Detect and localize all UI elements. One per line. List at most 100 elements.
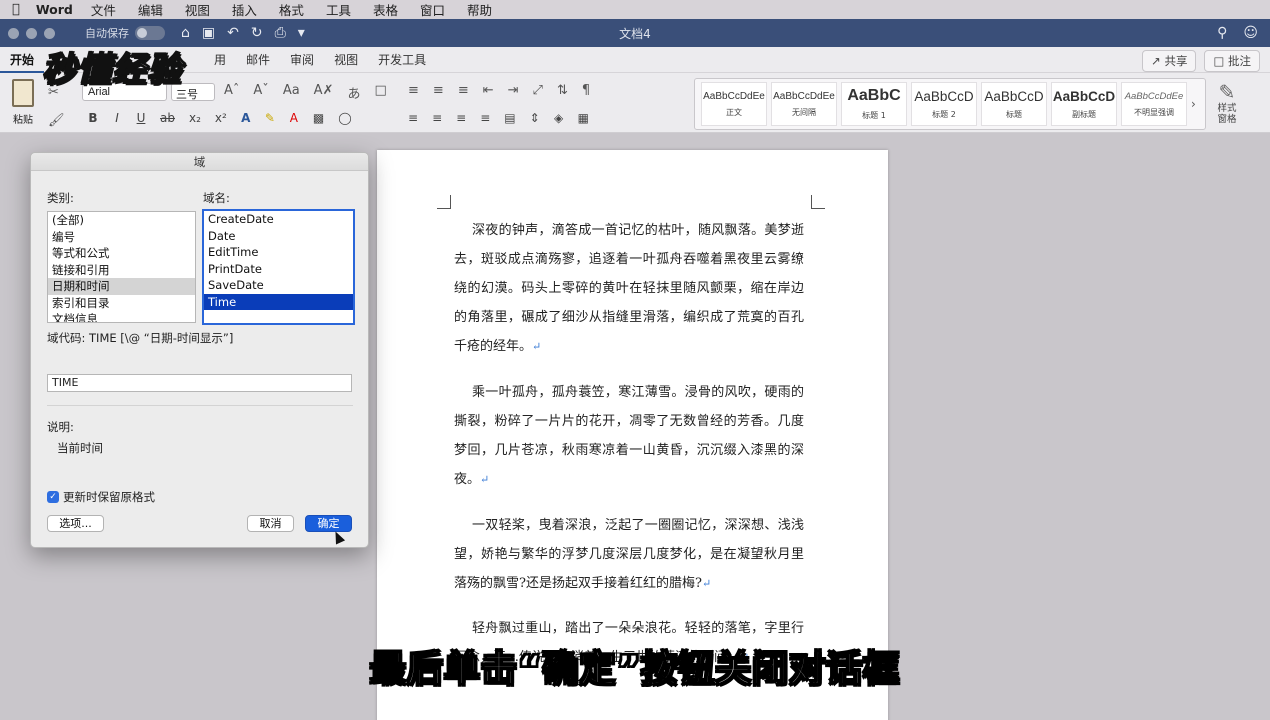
customize-toolbar-icon[interactable]: ▾ bbox=[298, 25, 305, 41]
tab-layout-partial[interactable]: 用 bbox=[204, 47, 236, 73]
style-heading-2[interactable]: AaBbCcD 标题 2 bbox=[911, 82, 977, 126]
field-code-input[interactable]: TIME bbox=[47, 374, 352, 392]
styles-pane-button[interactable]: ✎ 样式 窗格 bbox=[1212, 81, 1242, 125]
close-window-icon[interactable] bbox=[8, 27, 19, 39]
print-icon[interactable]: ⎙ bbox=[275, 25, 286, 41]
align-left-icon[interactable]: ≡ bbox=[408, 111, 418, 125]
strikethrough-icon[interactable]: ab bbox=[160, 111, 175, 125]
show-marks-icon[interactable]: ¶ bbox=[582, 83, 590, 98]
paragraph-2[interactable]: 乘一叶孤舟，孤舟蓑笠，寒江薄雪。浸骨的风吹，硬雨的撕裂，粉碎了一片片的花开，凋零… bbox=[454, 378, 804, 494]
category-item[interactable]: 链接和引用 bbox=[48, 262, 195, 279]
text-direction-icon[interactable]: ⤢ bbox=[533, 83, 543, 98]
highlight-icon[interactable]: ✎ bbox=[265, 111, 275, 125]
grow-font-icon[interactable]: Aˆ bbox=[224, 83, 239, 102]
autosave-toggle[interactable] bbox=[135, 26, 165, 40]
tab-mailings[interactable]: 邮件 bbox=[236, 47, 280, 73]
style-subtle-emphasis[interactable]: AaBbCcDdEe 不明显强调 bbox=[1121, 82, 1187, 126]
category-item-selected[interactable]: 日期和时间 bbox=[48, 278, 195, 295]
search-icon[interactable]: ⚲ bbox=[1217, 25, 1227, 41]
style-normal[interactable]: AaBbCcDdEe 正文 bbox=[701, 82, 767, 126]
options-button[interactable]: 选项... bbox=[47, 515, 104, 532]
format-painter-icon[interactable]: 🖌 bbox=[48, 113, 65, 128]
field-name-item[interactable]: Date bbox=[204, 228, 353, 245]
category-item[interactable]: 编号 bbox=[48, 229, 195, 246]
decrease-indent-icon[interactable]: ⇤ bbox=[483, 83, 494, 98]
field-name-item-selected[interactable]: Time bbox=[204, 293, 353, 310]
smiley-feedback-icon[interactable]: ☺ bbox=[1243, 25, 1258, 41]
field-name-item[interactable]: SaveDate bbox=[204, 277, 353, 294]
tab-view[interactable]: 视图 bbox=[324, 47, 368, 73]
phonetic-guide-icon[interactable]: あ bbox=[347, 83, 360, 102]
bullets-icon[interactable]: ≡ bbox=[408, 83, 419, 98]
style-no-spacing[interactable]: AaBbCcDdEe 无间隔 bbox=[771, 82, 837, 126]
share-button[interactable]: ↗ 共享 bbox=[1142, 50, 1197, 72]
line-spacing-icon[interactable]: ⇕ bbox=[530, 111, 540, 125]
menu-tools[interactable]: 工具 bbox=[326, 0, 351, 19]
home-icon[interactable]: ⌂ bbox=[181, 25, 190, 41]
distributed-icon[interactable]: ▤ bbox=[504, 111, 515, 125]
menu-edit[interactable]: 编辑 bbox=[138, 0, 163, 19]
sort-icon[interactable]: ⇅ bbox=[557, 83, 568, 98]
styles-more-chevron-icon[interactable]: › bbox=[1191, 82, 1196, 126]
bold-icon[interactable]: B bbox=[88, 111, 98, 125]
borders-icon[interactable]: ▦ bbox=[578, 111, 589, 125]
menu-view[interactable]: 视图 bbox=[185, 0, 210, 19]
multilevel-list-icon[interactable]: ≡ bbox=[458, 83, 469, 98]
align-center-icon[interactable]: ≡ bbox=[432, 111, 442, 125]
dialog-title: 域 bbox=[31, 153, 368, 171]
minimize-window-icon[interactable] bbox=[26, 27, 37, 39]
app-menu[interactable]: Word bbox=[36, 2, 73, 17]
menu-format[interactable]: 格式 bbox=[279, 0, 304, 19]
enclose-char-icon[interactable]: ◯ bbox=[338, 111, 351, 125]
menu-file[interactable]: 文件 bbox=[91, 0, 116, 19]
menu-insert[interactable]: 插入 bbox=[232, 0, 257, 19]
category-item[interactable]: 文档信息 bbox=[48, 311, 195, 322]
style-title[interactable]: AaBbCcD 标题 bbox=[981, 82, 1047, 126]
menu-table[interactable]: 表格 bbox=[373, 0, 398, 19]
tab-home[interactable]: 开始 bbox=[0, 47, 45, 73]
justify-icon[interactable]: ≡ bbox=[480, 111, 490, 125]
field-name-item[interactable]: CreateDate bbox=[204, 211, 353, 228]
font-color-icon[interactable]: A bbox=[289, 111, 299, 125]
underline-icon[interactable]: U bbox=[136, 111, 146, 125]
italic-icon[interactable]: I bbox=[112, 111, 122, 125]
save-icon[interactable]: ▣ bbox=[202, 25, 215, 41]
category-item[interactable]: 等式和公式 bbox=[48, 245, 195, 262]
document-page[interactable]: 深夜的钟声，滴答成一首记忆的枯叶，随风飘落。美梦逝去，斑驳成点滴殇寥，追逐着一叶… bbox=[377, 150, 888, 720]
comments-button[interactable]: □ 批注 bbox=[1204, 50, 1260, 72]
numbering-icon[interactable]: ≡ bbox=[433, 83, 444, 98]
field-name-list[interactable]: CreateDate Date EditTime PrintDate SaveD… bbox=[202, 209, 355, 325]
tab-review[interactable]: 审阅 bbox=[280, 47, 324, 73]
category-item[interactable]: (全部) bbox=[48, 212, 195, 229]
menu-window[interactable]: 窗口 bbox=[420, 0, 445, 19]
change-case-icon[interactable]: Aa bbox=[283, 83, 300, 102]
category-list[interactable]: (全部) 编号 等式和公式 链接和引用 日期和时间 索引和目录 文档信息 bbox=[47, 211, 196, 323]
tab-developer[interactable]: 开发工具 bbox=[368, 47, 436, 73]
subscript-icon[interactable]: x₂ bbox=[189, 111, 201, 125]
preserve-format-checkbox[interactable]: ✓ 更新时保留原格式 bbox=[47, 489, 155, 505]
category-item[interactable]: 索引和目录 bbox=[48, 295, 195, 312]
text-effects-icon[interactable]: A bbox=[241, 111, 251, 125]
paragraph-shading-icon[interactable]: ◈ bbox=[554, 111, 564, 125]
ok-button[interactable]: 确定 bbox=[305, 515, 352, 532]
char-shading-icon[interactable]: ▩ bbox=[313, 111, 324, 125]
paragraph-1[interactable]: 深夜的钟声，滴答成一首记忆的枯叶，随风飘落。美梦逝去，斑驳成点滴殇寥，追逐着一叶… bbox=[454, 216, 804, 361]
paragraph-3[interactable]: 一双轻桨，曳着深浪，泛起了一圈圈记忆，深深想、浅浅望，娇艳与繁华的浮梦几度深层几… bbox=[454, 511, 804, 598]
undo-icon[interactable]: ↶ bbox=[227, 25, 239, 41]
style-subtitle[interactable]: AaBbCcD 副标题 bbox=[1051, 82, 1117, 126]
field-name-item[interactable]: PrintDate bbox=[204, 261, 353, 278]
redo-icon[interactable]: ↻ bbox=[251, 25, 263, 41]
char-border-icon[interactable]: □ bbox=[374, 83, 386, 102]
shrink-font-icon[interactable]: Aˇ bbox=[253, 83, 268, 102]
zoom-window-icon[interactable] bbox=[44, 27, 55, 39]
paste-button[interactable]: 粘贴 bbox=[8, 79, 38, 126]
increase-indent-icon[interactable]: ⇥ bbox=[508, 83, 519, 98]
style-heading-1[interactable]: AaBbC 标题 1 bbox=[841, 82, 907, 126]
cancel-button[interactable]: 取消 bbox=[247, 515, 294, 532]
menu-help[interactable]: 帮助 bbox=[467, 0, 492, 19]
align-right-icon[interactable]: ≡ bbox=[456, 111, 466, 125]
field-name-item[interactable]: EditTime bbox=[204, 244, 353, 261]
superscript-icon[interactable]: x² bbox=[215, 111, 227, 125]
apple-icon[interactable]:  bbox=[12, 2, 20, 17]
clear-format-icon[interactable]: A✗ bbox=[314, 83, 334, 102]
